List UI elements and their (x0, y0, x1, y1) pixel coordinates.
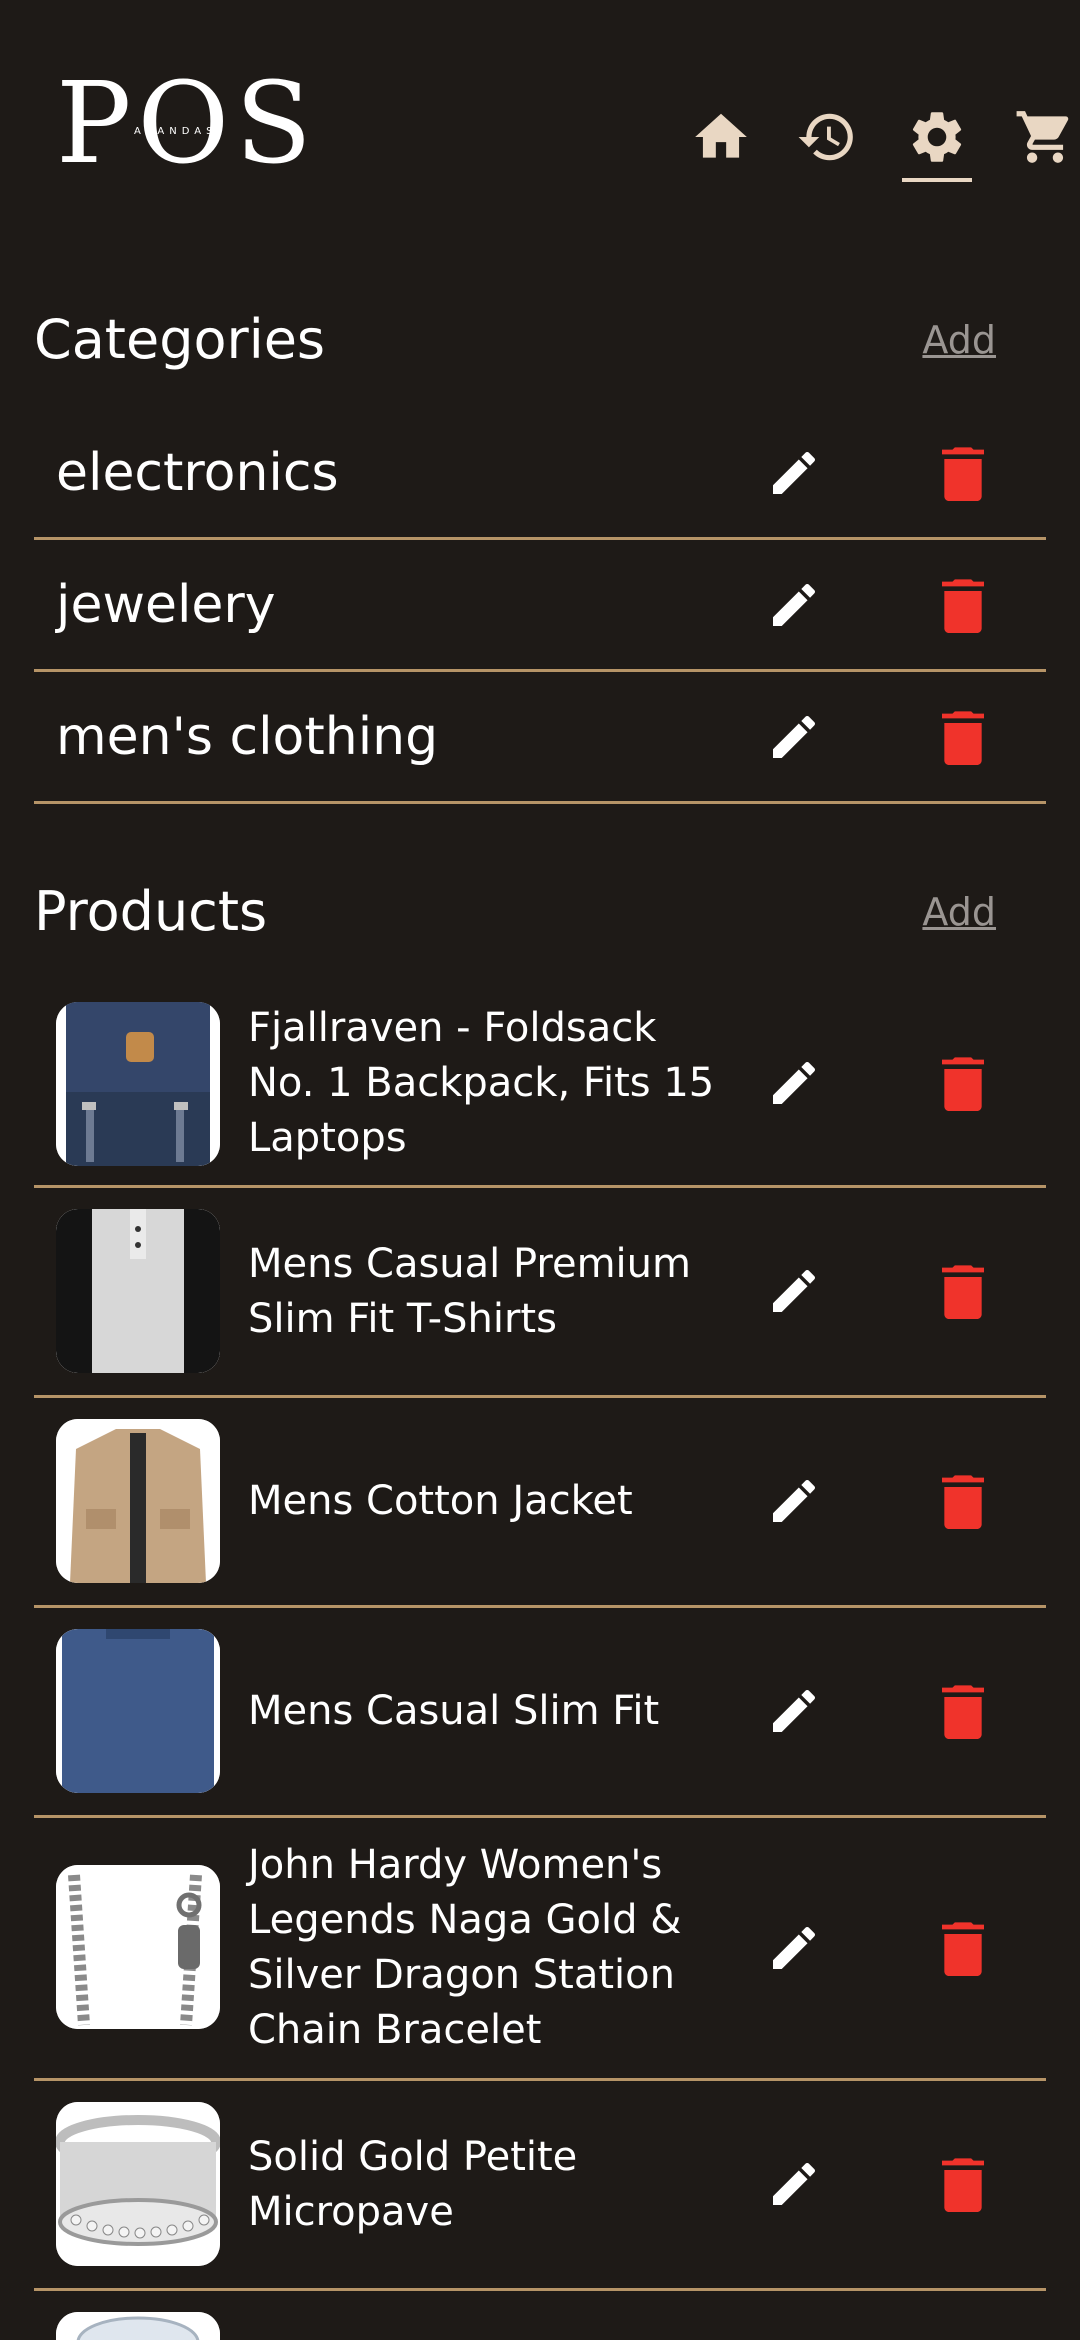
pencil-icon (773, 1269, 816, 1312)
delete-product-button[interactable] (933, 1471, 993, 1531)
product-thumbnail (56, 1419, 220, 1583)
delete-product-button[interactable] (933, 1053, 993, 1113)
pencil-icon (773, 583, 816, 626)
trash-icon (942, 447, 984, 501)
category-label: men's clothing (56, 706, 439, 767)
edit-category-button[interactable] (764, 575, 824, 635)
delete-category-button[interactable] (933, 443, 993, 503)
home-nav-button[interactable] (686, 102, 756, 172)
bracelet-image (56, 1865, 220, 2029)
pos-logo: POS ARANDAS (56, 59, 316, 189)
delete-product-button[interactable] (933, 2154, 993, 2214)
pencil-icon (773, 1926, 816, 1969)
products-title: Products (34, 880, 268, 943)
delete-product-button[interactable] (933, 1918, 993, 1978)
trash-icon (942, 1685, 984, 1739)
product-thumbnail (56, 2102, 220, 2266)
product-row: Mens Casual Slim Fit (34, 1608, 1046, 1818)
cart-icon (1016, 111, 1069, 163)
backpack-image (56, 1002, 220, 1166)
svg-text:ARANDAS: ARANDAS (134, 126, 217, 137)
edit-category-button[interactable] (764, 443, 824, 503)
trash-icon (942, 1057, 984, 1111)
edit-product-button[interactable] (764, 1918, 824, 1978)
product-thumbnail (56, 1002, 220, 1166)
product-name: Solid Gold Petite Micropave (248, 2133, 578, 2235)
pencil-icon (773, 451, 816, 494)
product-name: John Hardy Women's Legends Naga Gold & S… (248, 1842, 682, 2053)
edit-product-button[interactable] (764, 1053, 824, 1113)
delete-category-button[interactable] (933, 707, 993, 767)
product-thumbnail (56, 1209, 220, 1373)
trash-icon (942, 1475, 984, 1529)
pencil-icon (773, 1061, 816, 1104)
add-product-link[interactable]: Add (922, 884, 996, 940)
product-row: Mens Cotton Jacket (34, 1398, 1046, 1608)
product-name: Mens Cotton Jacket (248, 1478, 633, 1524)
ring-image (56, 2312, 220, 2340)
category-row: jewelery (34, 540, 1046, 672)
svg-text:POS: POS (56, 70, 316, 180)
categories-list: electronics jewelery men's clothing (34, 408, 1046, 804)
history-nav-button[interactable] (792, 102, 862, 172)
add-category-link[interactable]: Add (922, 312, 996, 368)
pencil-icon (773, 2162, 816, 2205)
jacket-image (56, 1419, 220, 1583)
product-row: Fjallraven - Foldsack No. 1 Backpack, Fi… (34, 982, 1046, 1188)
pencil-icon (773, 1689, 816, 1732)
trash-icon (942, 579, 984, 633)
home-icon (695, 113, 747, 158)
product-name: Mens Casual Slim Fit (248, 1688, 660, 1734)
product-thumbnail-partial (56, 2312, 220, 2340)
edit-product-button[interactable] (764, 1681, 824, 1741)
pencil-icon (773, 1479, 816, 1522)
category-row: electronics (34, 408, 1046, 540)
product-thumbnail (56, 1629, 220, 1793)
history-icon (798, 113, 853, 161)
product-thumbnail (56, 1865, 220, 2029)
products-header: Products Add (34, 872, 1046, 952)
category-row: men's clothing (34, 672, 1046, 804)
product-name: Mens Casual Premium Slim Fit T-Shirts (248, 1240, 691, 1342)
delete-product-button[interactable] (933, 1261, 993, 1321)
cart-nav-button[interactable] (1010, 102, 1080, 172)
longsleeve-image (56, 1629, 220, 1793)
settings-nav-button[interactable] (902, 102, 972, 182)
product-row: Solid Gold Petite Micropave (34, 2081, 1046, 2291)
edit-product-button[interactable] (764, 1261, 824, 1321)
trash-icon (942, 2158, 984, 2212)
product-row: Mens Casual Premium Slim Fit T-Shirts (34, 1188, 1046, 1398)
category-label: jewelery (56, 574, 276, 635)
edit-product-button[interactable] (764, 2154, 824, 2214)
categories-title: Categories (34, 308, 326, 371)
trash-icon (942, 1265, 984, 1319)
product-row: John Hardy Women's Legends Naga Gold & S… (34, 1818, 1046, 2081)
edit-category-button[interactable] (764, 707, 824, 767)
delete-category-button[interactable] (933, 575, 993, 635)
ring-image (56, 2102, 220, 2266)
edit-product-button[interactable] (764, 1471, 824, 1531)
product-name: Fjallraven - Foldsack No. 1 Backpack, Fi… (248, 1005, 715, 1161)
pencil-icon (773, 715, 816, 758)
delete-product-button[interactable] (933, 1681, 993, 1741)
trash-icon (942, 1922, 984, 1976)
tshirt-image (56, 1209, 220, 1373)
categories-header: Categories Add (34, 300, 1046, 380)
category-label: electronics (56, 442, 339, 503)
app-header: POS ARANDAS (0, 0, 1080, 260)
settings-icon (912, 112, 962, 162)
trash-icon (942, 711, 984, 765)
